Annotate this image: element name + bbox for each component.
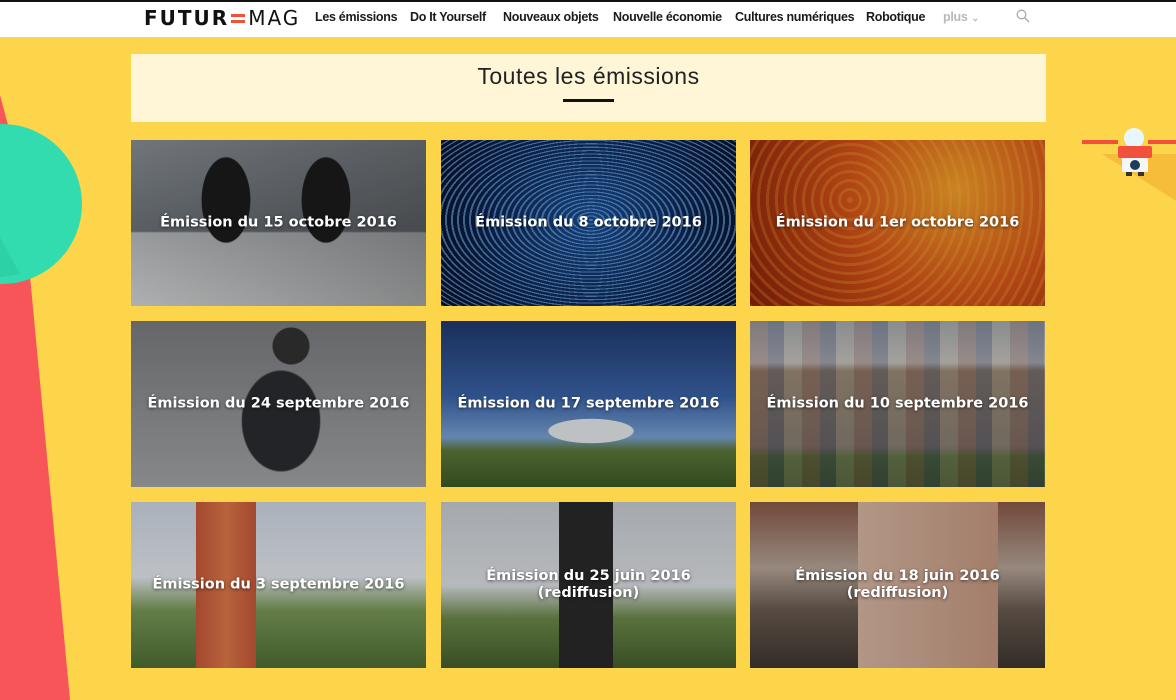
logo-text-left: FUTUR (144, 6, 230, 30)
episode-title: Émission du 18 juin 2016 (rediffusion) (750, 568, 1045, 602)
episode-title: Émission du 15 octobre 2016 (131, 215, 426, 232)
episode-title-line1: Émission du 15 octobre 2016 (160, 214, 397, 231)
episode-title-line1: Émission du 24 septembre 2016 (147, 395, 410, 412)
logo-equals-icon (231, 11, 246, 26)
nav-item-les-emissions[interactable]: Les émissions (315, 8, 398, 26)
episode-title: Émission du 3 septembre 2016 (131, 577, 426, 594)
episode-title-line1: Émission du 25 juin 2016 (486, 568, 691, 584)
nav-more-label: plus (943, 10, 968, 24)
page-title-box: Toutes les émissions (131, 54, 1046, 122)
episode-title-line2: (rediffusion) (537, 585, 640, 601)
green-circle-decoration (0, 124, 82, 284)
logo-text-right: MAG (248, 6, 301, 30)
episode-card[interactable]: Émission du 3 septembre 2016 (131, 502, 426, 668)
episode-title: Émission du 17 septembre 2016 (441, 396, 736, 413)
nav-item-do-it-yourself[interactable]: Do It Yourself (410, 8, 486, 26)
episode-title-line1: Émission du 8 octobre 2016 (475, 214, 702, 231)
drone-illustration (1082, 128, 1176, 201)
episode-title: Émission du 10 septembre 2016 (750, 396, 1045, 413)
nav-item-nouveaux-objets[interactable]: Nouveaux objets (503, 8, 599, 26)
episode-title: Émission du 25 juin 2016 (rediffusion) (441, 568, 736, 602)
episode-card[interactable]: Émission du 10 septembre 2016 (750, 321, 1045, 487)
episode-title: Émission du 24 septembre 2016 (131, 396, 426, 413)
episode-card[interactable]: Émission du 24 septembre 2016 (131, 321, 426, 487)
episode-title: Émission du 8 octobre 2016 (441, 215, 736, 232)
title-underline (563, 99, 614, 102)
episode-title-line2: (rediffusion) (846, 585, 949, 601)
episode-card[interactable]: Émission du 25 juin 2016 (rediffusion) (441, 502, 736, 668)
episode-card[interactable]: Émission du 8 octobre 2016 (441, 140, 736, 306)
red-decoration-shape (0, 95, 70, 700)
episode-title-line1: Émission du 3 septembre 2016 (152, 576, 405, 593)
nav-more-menu[interactable]: plus ⌄ (943, 8, 979, 27)
episode-card[interactable]: Émission du 18 juin 2016 (rediffusion) (750, 502, 1045, 668)
nav-item-cultures-numeriques[interactable]: Cultures numériques (735, 8, 855, 26)
site-logo[interactable]: FUTUR MAG (144, 6, 300, 30)
episode-title-line1: Émission du 18 juin 2016 (795, 568, 1000, 584)
search-icon[interactable] (1016, 9, 1030, 23)
top-navigation-bar: FUTUR MAG Les émissions Do It Yourself No… (0, 0, 1176, 37)
nav-item-robotique[interactable]: Robotique (866, 8, 925, 26)
nav-item-nouvelle-economie[interactable]: Nouvelle économie (613, 8, 722, 26)
episode-card[interactable]: Émission du 15 octobre 2016 (131, 140, 426, 306)
page-title: Toutes les émissions (477, 63, 700, 89)
episode-title-line1: Émission du 17 septembre 2016 (457, 395, 720, 412)
episode-title-line1: Émission du 1er octobre 2016 (775, 214, 1020, 231)
episode-card[interactable]: Émission du 17 septembre 2016 (441, 321, 736, 487)
chevron-down-icon: ⌄ (971, 13, 980, 23)
episode-title: Émission du 1er octobre 2016 (750, 215, 1045, 232)
episode-title-line1: Émission du 10 septembre 2016 (766, 395, 1029, 412)
episode-card[interactable]: Émission du 1er octobre 2016 (750, 140, 1045, 306)
